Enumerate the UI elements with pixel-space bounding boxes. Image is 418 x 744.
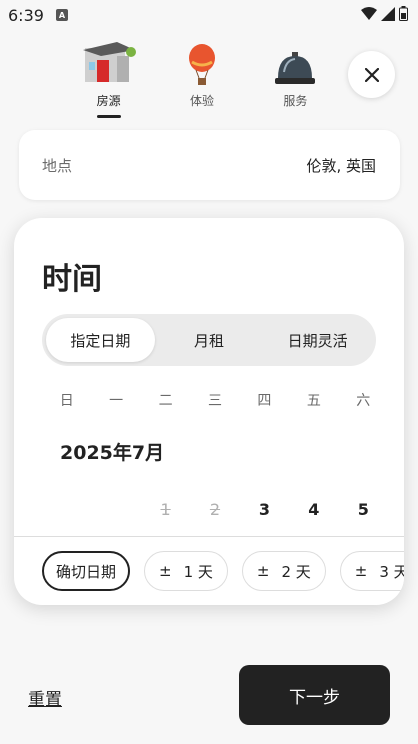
- status-bar: 6:39 A: [0, 0, 418, 30]
- divider: [14, 536, 404, 537]
- chip-label: 确切日期: [56, 562, 117, 581]
- weekday-label: 二: [158, 393, 173, 409]
- segment-flexible[interactable]: 日期灵活: [263, 318, 372, 362]
- calendar-day[interactable]: 4: [289, 500, 338, 524]
- chip-label: 2 天: [281, 562, 311, 581]
- service-bell-icon: [267, 40, 323, 86]
- location-label: 地点: [42, 156, 73, 175]
- chip-label: 3 天: [379, 562, 404, 581]
- weekday-label: 四: [257, 393, 272, 409]
- calendar-day-empty: [42, 500, 91, 524]
- tab-experiences[interactable]: 体验: [155, 40, 248, 118]
- chip-label: 1 天: [183, 562, 213, 581]
- plus-minus-icon: ±: [256, 562, 270, 580]
- tab-services-label: 服务: [283, 94, 308, 108]
- segment-specific-dates[interactable]: 指定日期: [46, 318, 155, 362]
- location-value: 伦敦, 英国: [306, 156, 376, 175]
- next-button[interactable]: 下一步: [239, 665, 390, 725]
- segment-monthly[interactable]: 月租: [155, 318, 264, 362]
- tab-experiences-label: 体验: [189, 94, 214, 108]
- wifi-icon: [361, 6, 377, 20]
- date-mode-segmented-control: 指定日期 月租 日期灵活: [42, 314, 376, 366]
- active-tab-indicator: [96, 115, 121, 118]
- month-title: 2025年7月: [60, 442, 165, 464]
- battery-icon: [399, 6, 408, 21]
- weekday-label: 六: [356, 393, 371, 409]
- tab-homes-label: 房源: [96, 94, 121, 108]
- close-button[interactable]: [348, 51, 395, 98]
- calendar-day-empty: [91, 500, 140, 524]
- calendar-day-disabled: 1: [160, 500, 171, 519]
- location-card[interactable]: 地点 伦敦, 英国: [19, 130, 400, 200]
- status-indicators: [361, 6, 408, 21]
- category-tabs: 房源 体验 服务: [62, 40, 342, 118]
- tab-services[interactable]: 服务: [249, 40, 342, 118]
- chip-plus-minus-3-days[interactable]: ± 3 天: [339, 551, 404, 591]
- weekday-header: 日 一 二 三 四 五 六: [42, 390, 388, 410]
- status-time: 6:39: [8, 5, 44, 25]
- reset-link[interactable]: 重置: [28, 685, 62, 710]
- calendar-day[interactable]: 3: [240, 500, 289, 524]
- chip-plus-minus-2-days[interactable]: ± 2 天: [241, 551, 326, 591]
- flexibility-chips: 确切日期 ± 1 天 ± 2 天 ± 3 天: [42, 551, 404, 591]
- close-icon: [364, 67, 379, 82]
- signal-icon: [381, 6, 395, 21]
- plus-minus-icon: ±: [354, 562, 368, 580]
- time-title: 时间: [42, 262, 102, 297]
- weekday-label: 五: [306, 393, 321, 409]
- plus-minus-icon: ±: [159, 562, 172, 580]
- weekday-label: 日: [59, 393, 74, 409]
- time-card: 时间 指定日期 月租 日期灵活 日 一 二 三 四 五 六 2025年7月 1 …: [14, 218, 404, 605]
- app-notification-icon: A: [55, 9, 68, 21]
- weekday-label: 一: [109, 393, 124, 409]
- chip-plus-minus-1-day[interactable]: ± 1 天: [144, 551, 228, 591]
- hot-air-balloon-icon: [174, 40, 230, 86]
- calendar-day[interactable]: 5: [339, 500, 388, 524]
- house-icon: [81, 40, 137, 86]
- weekday-label: 三: [207, 393, 222, 409]
- tab-homes[interactable]: 房源: [62, 40, 155, 118]
- calendar-day-disabled: 2: [209, 500, 221, 519]
- chip-exact-dates[interactable]: 确切日期: [42, 551, 131, 591]
- calendar-week-row: 1 2 3 4 5: [42, 500, 388, 524]
